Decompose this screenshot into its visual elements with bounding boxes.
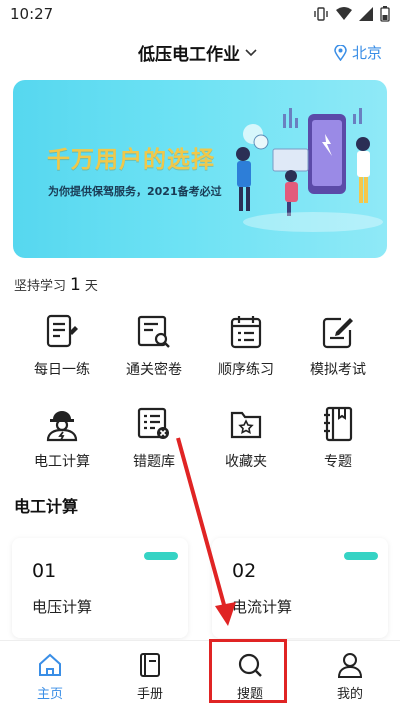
- exam-paper-icon: [137, 315, 170, 348]
- grid-item-daily-practice[interactable]: 每日一练: [12, 312, 112, 392]
- grid-item-favorites[interactable]: 收藏夹: [196, 404, 296, 484]
- section-title: 电工计算: [14, 497, 79, 516]
- streak-suffix: 天: [84, 279, 98, 294]
- user-icon: [337, 653, 363, 678]
- card-name: 电流计算: [232, 598, 293, 616]
- location-label: 北京: [351, 44, 382, 62]
- banner-illustration: [236, 108, 383, 232]
- grid-item-label: 电工计算: [34, 454, 90, 470]
- wrong-questions-icon: [137, 407, 169, 439]
- grid-item-label: 模拟考试: [310, 362, 366, 378]
- wifi-icon: [336, 7, 352, 20]
- electrician-icon: [46, 411, 78, 442]
- grid-item-electrician-calc[interactable]: 电工计算: [12, 404, 112, 484]
- card-name: 电压计算: [32, 598, 93, 616]
- status-icons: [313, 6, 390, 22]
- promo-banner[interactable]: 千万用户的选择 为你提供保驾服务，2021备考必过: [13, 80, 387, 258]
- bottom-tab-bar: 主页 手册 搜题 我的: [0, 640, 400, 710]
- status-bar: 10:27: [0, 0, 400, 28]
- exam-type-selector[interactable]: 低压电工作业: [138, 40, 257, 65]
- tab-label: 主页: [36, 687, 63, 702]
- star-folder-icon: [230, 411, 262, 439]
- banner-headline: 千万用户的选择: [47, 147, 215, 173]
- grid-item-label: 通关密卷: [126, 362, 182, 378]
- notebook-icon: [324, 406, 353, 442]
- grid-item-wrong-questions[interactable]: 错题库: [104, 404, 204, 484]
- book-icon: [140, 653, 160, 677]
- grid-item-sequential-practice[interactable]: 顺序练习: [196, 312, 296, 392]
- card-number: 02: [232, 560, 257, 582]
- grid-item-label: 错题库: [133, 454, 175, 470]
- calc-card-current[interactable]: 02 电流计算: [212, 538, 388, 638]
- status-time: 10:27: [10, 5, 54, 23]
- card-number: 01: [32, 560, 57, 582]
- grid-item-mock-exam[interactable]: 模拟考试: [288, 312, 388, 392]
- daily-practice-icon: [46, 314, 78, 348]
- grid-item-label: 顺序练习: [218, 362, 274, 378]
- signal-icon: [359, 7, 373, 21]
- tab-manual[interactable]: 手册: [100, 641, 200, 710]
- grid-item-label: 每日一练: [34, 362, 90, 378]
- grid-item-exam-paper[interactable]: 通关密卷: [104, 312, 204, 392]
- top-bar: 低压电工作业 北京: [0, 28, 400, 74]
- banner-subtitle: 为你提供保驾服务，2021备考必过: [48, 185, 222, 198]
- tab-label: 手册: [136, 687, 163, 702]
- chevron-down-icon: [245, 48, 257, 56]
- page-title: 低压电工作业: [138, 45, 240, 65]
- calc-card-voltage[interactable]: 01 电压计算: [12, 538, 188, 638]
- streak-prefix: 坚持学习: [14, 279, 67, 294]
- tab-home[interactable]: 主页: [0, 641, 100, 710]
- streak-days: 1: [70, 275, 81, 295]
- study-streak: 坚持学习 1 天: [14, 275, 98, 295]
- location-pin-icon: [334, 44, 347, 61]
- grid-item-label: 专题: [324, 454, 352, 470]
- annotation-highlight-box: [209, 639, 287, 703]
- card-accent: [144, 552, 178, 560]
- grid-item-label: 收藏夹: [225, 454, 267, 470]
- card-accent: [344, 552, 378, 560]
- tab-profile[interactable]: 我的: [300, 641, 400, 710]
- grid-item-topics[interactable]: 专题: [288, 404, 388, 484]
- home-icon: [39, 653, 61, 676]
- battery-icon: [380, 6, 390, 22]
- vibrate-icon: [314, 7, 328, 21]
- location-selector[interactable]: 北京: [334, 42, 382, 63]
- calendar-list-icon: [230, 316, 262, 349]
- edit-note-icon: [322, 317, 353, 349]
- tab-label: 我的: [336, 687, 363, 702]
